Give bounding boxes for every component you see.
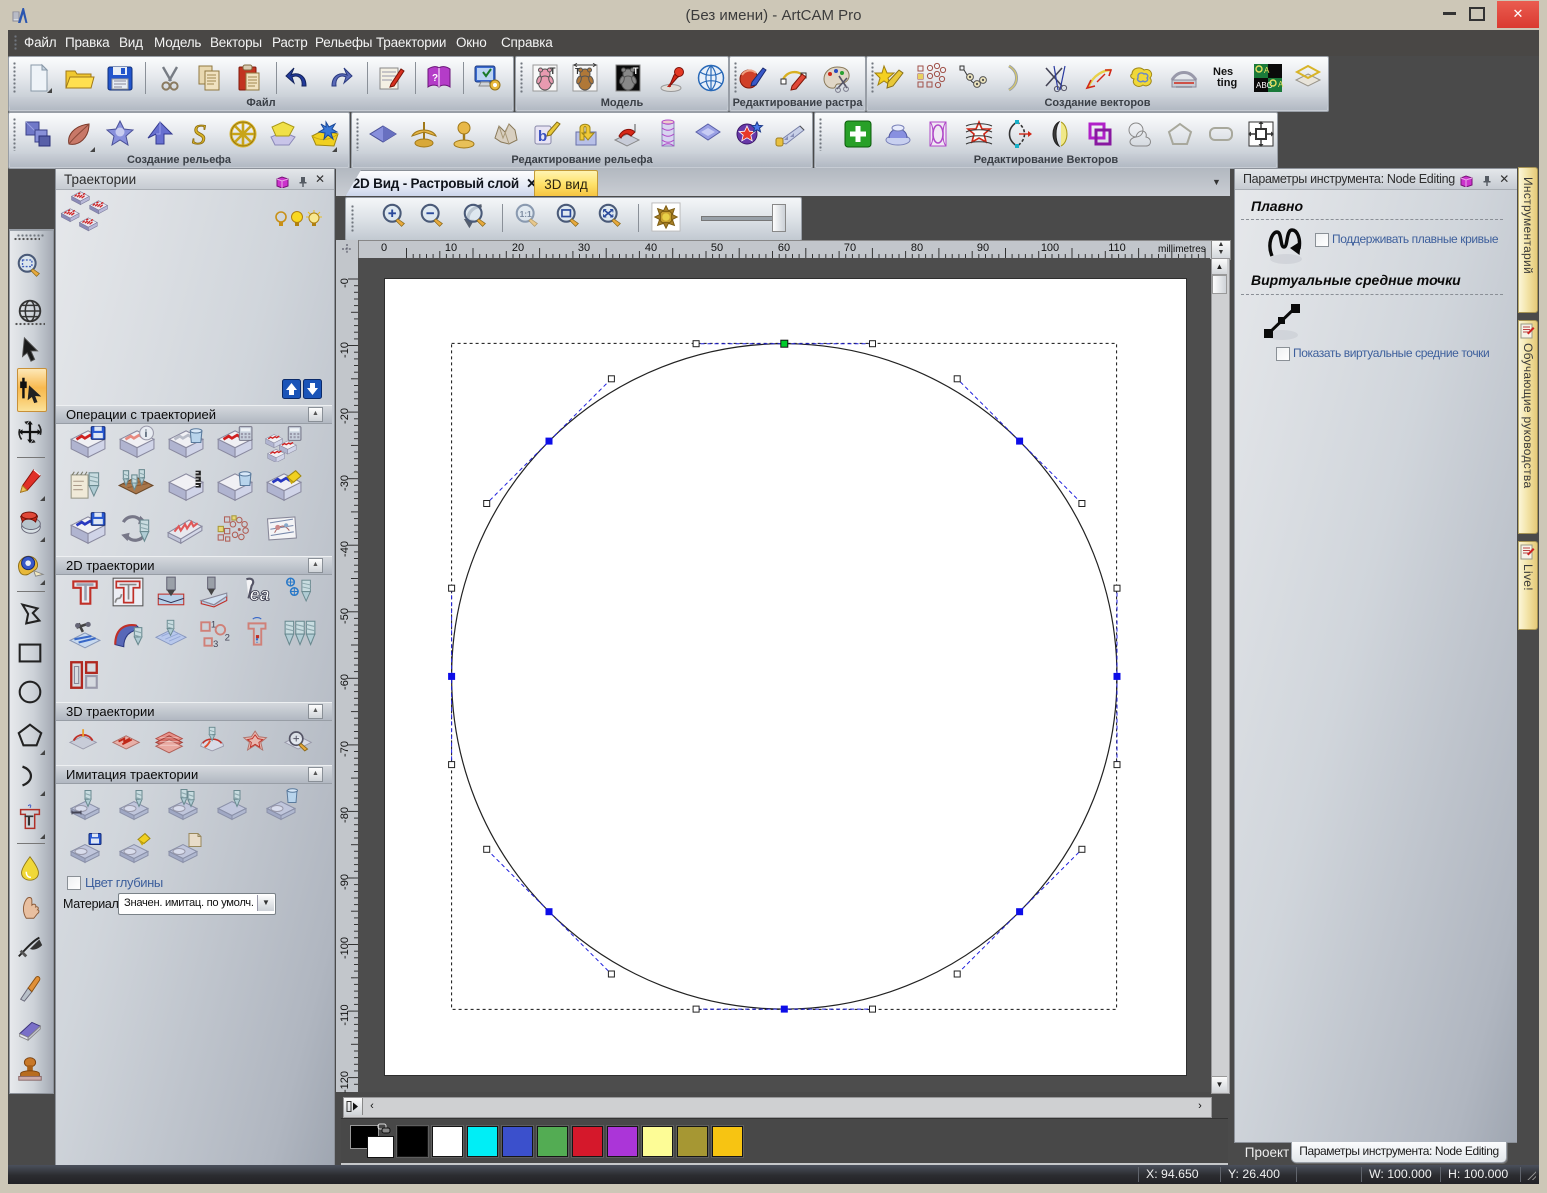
svg-text:T: T <box>24 813 33 830</box>
svg-text:3: 3 <box>213 639 218 650</box>
svg-text:1:1: 1:1 <box>520 209 532 219</box>
svg-text:T: T <box>575 67 580 76</box>
svg-text:ting: ting <box>1217 77 1237 89</box>
svg-text:A: A <box>1278 80 1284 89</box>
svg-text:b: b <box>538 128 547 145</box>
svg-text:ea: ea <box>250 585 270 605</box>
svg-text:2: 2 <box>225 632 230 643</box>
svg-text:i: i <box>144 428 147 440</box>
svg-text:?: ? <box>432 73 438 84</box>
svg-text:A: A <box>1264 66 1270 75</box>
svg-text:T: T <box>550 66 556 76</box>
svg-text:T: T <box>633 66 639 76</box>
svg-text:S: S <box>192 120 206 150</box>
